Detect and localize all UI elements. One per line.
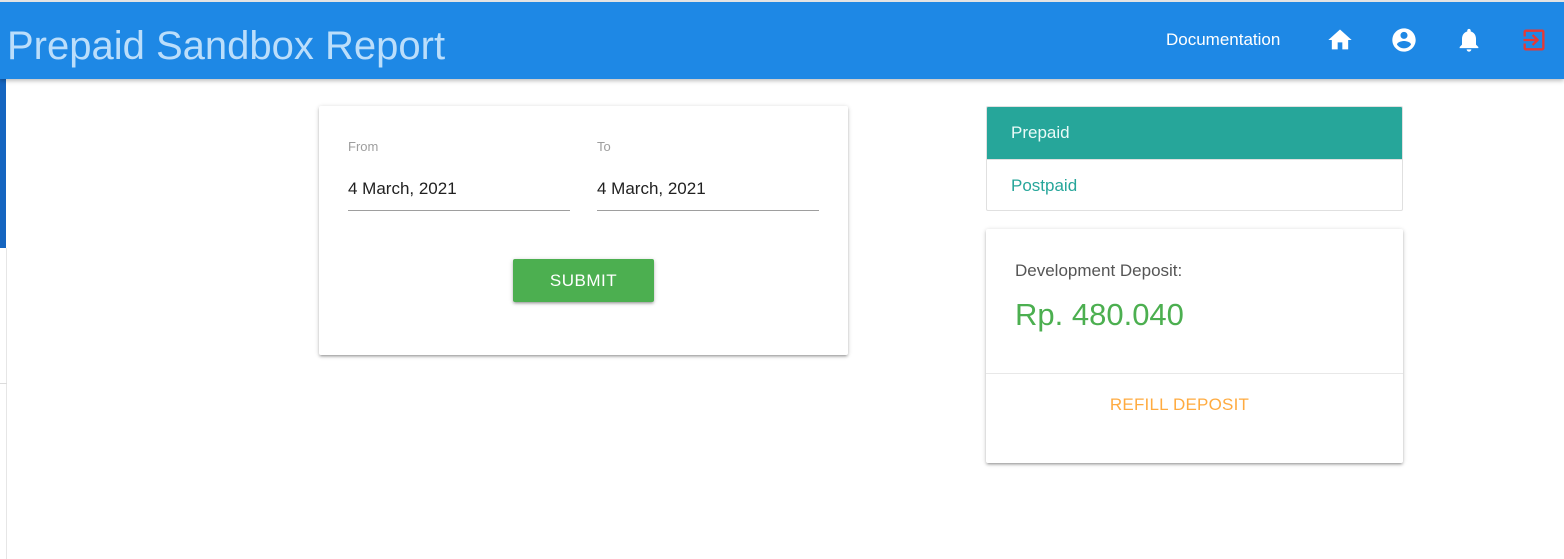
deposit-label: Development Deposit: (1015, 261, 1183, 280)
home-icon[interactable] (1326, 26, 1354, 54)
refill-deposit-button[interactable]: REFILL DEPOSIT (986, 395, 1373, 415)
to-date-input[interactable] (597, 168, 819, 211)
date-filter-card: From To SUBMIT (319, 106, 848, 355)
notification-bell-icon[interactable] (1455, 26, 1483, 54)
logout-icon[interactable] (1520, 26, 1548, 54)
report-type-menu: Prepaid Postpaid (986, 106, 1403, 211)
from-label: From (348, 139, 379, 154)
navbar-top-edge (0, 0, 1564, 2)
card-divider (986, 373, 1403, 374)
deposit-card: Development Deposit: Rp. 480.040 REFILL … (986, 229, 1403, 463)
sidebar-divider (0, 383, 7, 384)
sidebar-border (6, 248, 7, 559)
to-label: To (597, 139, 611, 154)
page-title: Prepaid Sandbox Report (7, 24, 446, 68)
menu-item-postpaid[interactable]: Postpaid (987, 159, 1402, 210)
from-date-input[interactable] (348, 168, 570, 211)
sidebar-accent (0, 79, 6, 248)
account-circle-icon[interactable] (1390, 26, 1418, 54)
documentation-link[interactable]: Documentation (1166, 29, 1280, 51)
submit-button[interactable]: SUBMIT (513, 259, 654, 302)
deposit-amount: Rp. 480.040 (1015, 297, 1184, 332)
top-navbar: Prepaid Sandbox Report Documentation (0, 0, 1564, 79)
menu-item-prepaid[interactable]: Prepaid (987, 107, 1402, 159)
